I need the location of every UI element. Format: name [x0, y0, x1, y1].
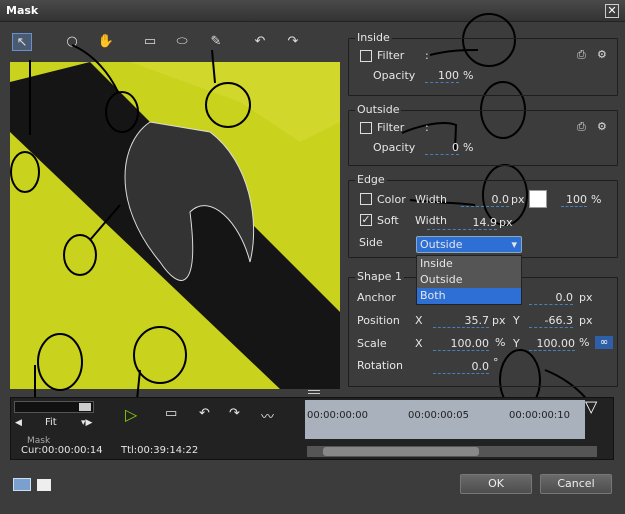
- filter-settings-icon[interactable]: ⚙: [597, 48, 607, 61]
- edge-color-opacity-input[interactable]: 100: [561, 193, 587, 207]
- edge-title: Edge: [355, 173, 387, 186]
- rotation-input[interactable]: 0.0: [433, 360, 489, 374]
- unit: %: [591, 193, 602, 206]
- link-aspect-icon[interactable]: ∞: [595, 336, 613, 349]
- side-dropdown[interactable]: Outside ▾: [416, 236, 522, 253]
- position-y-input[interactable]: -66.3: [529, 314, 573, 328]
- unit: °: [493, 356, 499, 369]
- outside-opacity-label: Opacity: [373, 141, 416, 154]
- inside-title: Inside: [355, 31, 392, 44]
- play-icon[interactable]: ▷: [125, 405, 137, 424]
- inside-group: Inside Filter : ⎙ ⚙ Opacity 100 %: [348, 31, 618, 96]
- scale-y-input[interactable]: 100.00: [529, 337, 575, 351]
- edge-soft-width-input[interactable]: 14.9: [427, 216, 497, 230]
- rotation-label: Rotation: [357, 359, 404, 372]
- outside-opacity-input[interactable]: 0: [425, 141, 459, 155]
- y-label: Y: [513, 337, 520, 350]
- zoom-select[interactable]: Fit: [45, 417, 57, 428]
- inside-filter-label: Filter: [377, 49, 405, 62]
- total-time: Ttl:00:39:14:22: [121, 445, 199, 456]
- unit: %: [579, 336, 590, 349]
- load-icon[interactable]: ⎙: [577, 120, 586, 134]
- cancel-button[interactable]: Cancel: [540, 474, 612, 494]
- x-label: X: [415, 314, 423, 327]
- outside-title: Outside: [355, 103, 402, 116]
- edge-soft-label: Soft: [377, 214, 399, 227]
- outside-filter-checkbox[interactable]: [360, 122, 372, 134]
- dual-view-icon[interactable]: [13, 478, 31, 491]
- tick-label: 00:00:00:00: [307, 410, 369, 421]
- edge-color-width-label: Width: [415, 193, 447, 206]
- x-label: X: [415, 337, 423, 350]
- unit: px: [579, 291, 593, 304]
- time-ruler[interactable]: 00:00:00:00 00:00:00:05 00:00:00:10 ▽: [305, 397, 597, 439]
- edge-color-checkbox[interactable]: [360, 193, 372, 205]
- edge-color-label: Color: [377, 193, 406, 206]
- zoom-right-arrow[interactable]: ▾▶: [81, 418, 92, 428]
- single-view-icon[interactable]: [37, 479, 51, 491]
- scale-label: Scale: [357, 337, 387, 350]
- ok-button[interactable]: OK: [460, 474, 532, 494]
- side-option-inside[interactable]: Inside: [417, 256, 521, 272]
- timeline-panel: ◀ Fit ▾▶ ▷ ▭ ↶ ↷ 〰 Mask Cur:00:00:00:14 …: [10, 397, 614, 460]
- splitter-handle[interactable]: [308, 390, 320, 394]
- playhead-icon[interactable]: ▽: [585, 397, 597, 416]
- unit: %: [463, 69, 474, 82]
- y-label: Y: [513, 314, 520, 327]
- graph-icon[interactable]: 〰: [261, 406, 274, 425]
- side-options-list: Inside Outside Both: [416, 255, 522, 305]
- unit: %: [463, 141, 474, 154]
- outside-filter-label: Filter: [377, 121, 405, 134]
- unit: px: [499, 216, 513, 229]
- inside-filter-checkbox[interactable]: [360, 50, 372, 62]
- tick-label: 00:00:00:05: [408, 410, 470, 421]
- outside-group: Outside Filter : ⎙ ⚙ Opacity 0 %: [348, 103, 618, 166]
- unit: px: [492, 314, 506, 327]
- preview-icon[interactable]: ▭: [165, 406, 177, 421]
- position-label: Position: [357, 314, 400, 327]
- inside-filter-colon: :: [425, 49, 429, 62]
- shape-title: Shape 1: [355, 270, 404, 283]
- edge-side-label: Side: [359, 236, 383, 249]
- load-icon[interactable]: ⎙: [577, 48, 586, 62]
- redo-icon[interactable]: ↷: [229, 406, 240, 421]
- horizontal-scrollbar[interactable]: [307, 446, 597, 457]
- position-x-input[interactable]: 35.7: [433, 314, 489, 328]
- edge-soft-checkbox[interactable]: ✓: [360, 214, 372, 226]
- filter-settings-icon[interactable]: ⚙: [597, 120, 607, 133]
- undo-icon[interactable]: ↶: [199, 406, 210, 421]
- edge-color-width-input[interactable]: 0.0: [461, 193, 509, 207]
- tick-label: 00:00:00:10: [509, 410, 571, 421]
- anchor-input[interactable]: 0.0: [529, 291, 573, 305]
- inside-opacity-label: Opacity: [373, 69, 416, 82]
- zoom-slider[interactable]: [14, 401, 94, 413]
- zoom-left-arrow[interactable]: ◀: [15, 418, 22, 428]
- outside-filter-colon: :: [425, 121, 429, 134]
- unit: %: [495, 336, 506, 349]
- edge-color-swatch[interactable]: [529, 190, 547, 208]
- anchor-label: Anchor: [357, 291, 396, 304]
- side-option-both[interactable]: Both: [417, 288, 521, 304]
- inside-opacity-input[interactable]: 100: [425, 69, 459, 83]
- side-selected-value: Outside: [420, 238, 463, 251]
- unit: px: [579, 314, 593, 327]
- unit: px: [511, 193, 525, 206]
- scale-x-input[interactable]: 100.00: [433, 337, 489, 351]
- current-time: Cur:00:00:00:14: [21, 445, 103, 456]
- chevron-down-icon: ▾: [511, 238, 517, 251]
- side-option-outside[interactable]: Outside: [417, 272, 521, 288]
